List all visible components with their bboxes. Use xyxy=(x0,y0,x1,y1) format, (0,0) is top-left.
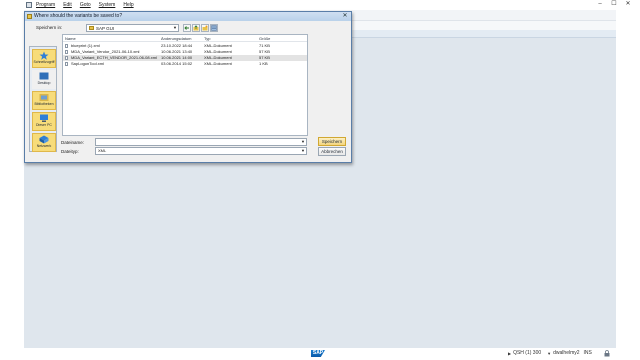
file-date: 03.06.2014 15:02 xyxy=(161,61,193,66)
dialog-titlebar[interactable]: Where should the variants be saved to? ✕ xyxy=(25,12,351,21)
status-info: ▶ QSH (1) 300 ▼ dwalhelmy2 INS xyxy=(506,350,596,356)
maximize-icon[interactable]: ☐ xyxy=(608,0,620,8)
chevron-down-icon[interactable]: ▼ xyxy=(301,139,305,145)
place-label: Schnellzugriff xyxy=(33,60,55,64)
menu-program[interactable]: Program xyxy=(36,2,55,8)
filetype-label: Dateityp: xyxy=(61,149,79,154)
filetype-select[interactable]: XML ▼ xyxy=(95,147,307,155)
window-controls: – ☐ ✕ xyxy=(592,0,634,8)
status-play-icon[interactable]: ▶ xyxy=(508,351,511,356)
menu-system[interactable]: System xyxy=(99,2,116,8)
new-folder-icon xyxy=(202,25,208,31)
save-dialog: Where should the variants be saved to? ✕… xyxy=(24,11,352,163)
look-in-label: Speichern in: xyxy=(36,25,63,30)
folder-icon xyxy=(89,26,94,30)
xml-file-icon xyxy=(65,62,68,66)
cancel-button[interactable]: Abbrechen xyxy=(318,147,346,156)
filename-label: Dateiname: xyxy=(61,140,85,145)
menu-edit[interactable]: Edit xyxy=(63,2,72,8)
desktop-icon xyxy=(39,72,49,80)
this-pc-icon xyxy=(40,114,48,122)
xml-file-icon xyxy=(65,50,68,54)
file-size: 1 KB xyxy=(259,61,268,66)
xml-file-icon xyxy=(65,56,68,60)
new-folder-button[interactable] xyxy=(201,24,209,32)
back-arrow-icon xyxy=(184,26,189,30)
menu-goto[interactable]: Goto xyxy=(80,2,91,8)
close-icon[interactable]: ✕ xyxy=(622,0,634,8)
place-label: Bibliotheken xyxy=(34,102,54,106)
back-button[interactable] xyxy=(183,24,191,32)
file-list-header: Name Änderungsdatum Typ Größe xyxy=(63,35,307,42)
nav-buttons xyxy=(183,24,219,32)
place-label: Netzwerk xyxy=(36,144,52,148)
status-dropdown-icon[interactable]: ▼ xyxy=(547,351,551,356)
file-row[interactable]: SapLogonTool.xml 03.06.2014 15:02 XML-Do… xyxy=(63,61,307,67)
look-in-select[interactable]: SAP GUI ▼ xyxy=(86,24,179,32)
place-network[interactable]: Netzwerk xyxy=(32,133,56,152)
place-label: Desktop xyxy=(37,81,51,85)
look-in-value: SAP GUI xyxy=(96,25,115,31)
network-icon xyxy=(39,135,49,144)
chevron-down-icon: ▼ xyxy=(301,148,305,153)
file-type: XML-Dokument xyxy=(204,61,232,66)
filename-input[interactable]: ▼ xyxy=(95,138,307,146)
place-desktop[interactable]: Desktop xyxy=(32,70,56,89)
close-icon[interactable]: ✕ xyxy=(341,13,349,20)
filetype-value: XML xyxy=(98,148,107,153)
column-name[interactable]: Name xyxy=(65,36,76,41)
dialog-title: Where should the variants be saved to? xyxy=(34,13,123,19)
place-label: Dieser PC xyxy=(36,123,52,127)
sap-menu-icon[interactable] xyxy=(26,2,32,8)
up-folder-button[interactable] xyxy=(192,24,200,32)
place-libraries[interactable]: Bibliotheken xyxy=(32,91,56,110)
libraries-icon xyxy=(39,94,49,101)
minimize-icon[interactable]: – xyxy=(594,0,606,8)
place-quick-access[interactable]: Schnellzugriff xyxy=(32,49,56,68)
save-button[interactable]: Speichern xyxy=(318,137,346,146)
status-mode: INS xyxy=(583,350,592,356)
up-folder-icon xyxy=(193,25,199,31)
file-name: SapLogonTool.xml xyxy=(71,61,104,66)
places-bar: Schnellzugriff Desktop Bibliotheken Dies… xyxy=(29,46,57,152)
column-type[interactable]: Typ xyxy=(204,36,210,41)
menu-help[interactable]: Help xyxy=(123,2,133,8)
view-menu-icon xyxy=(211,25,217,31)
folder-icon xyxy=(27,14,32,19)
file-list: Name Änderungsdatum Typ Größe blueprint … xyxy=(62,34,308,136)
lock-icon xyxy=(604,350,610,357)
place-this-pc[interactable]: Dieser PC xyxy=(32,112,56,131)
quick-access-icon xyxy=(39,51,49,60)
view-menu-button[interactable] xyxy=(210,24,218,32)
chevron-down-icon: ▼ xyxy=(173,25,177,30)
column-size[interactable]: Größe xyxy=(259,36,270,41)
menu-bar: Program Edit Goto System Help – ☐ ✕ xyxy=(0,0,640,10)
column-date[interactable]: Änderungsdatum xyxy=(161,36,191,41)
status-system: QSH (1) 300 xyxy=(513,350,542,356)
xml-file-icon xyxy=(65,44,68,48)
status-user: dwalhelmy2 xyxy=(553,350,580,356)
